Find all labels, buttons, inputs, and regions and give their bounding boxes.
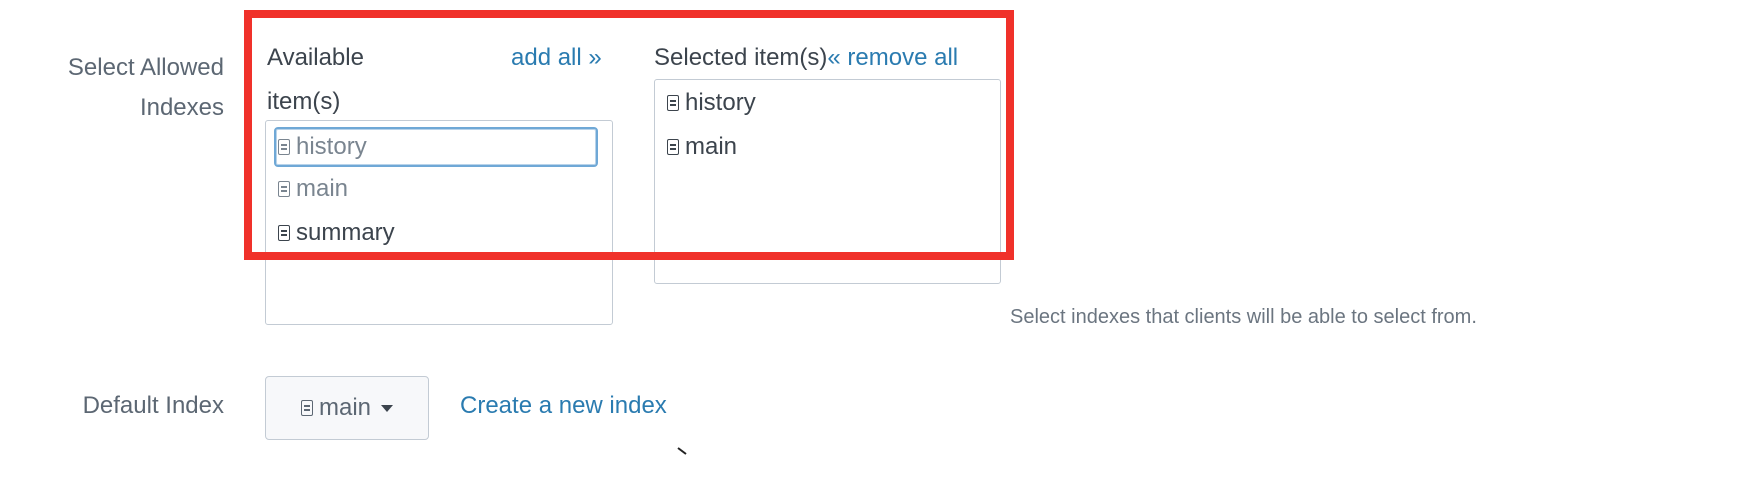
selected-item-label: main	[685, 133, 738, 160]
allowed-indexes-label-line2: Indexes	[139, 94, 224, 121]
allowed-indexes-help-text: Select indexes that clients will be able…	[1010, 306, 1477, 328]
default-index-dropdown[interactable]: main	[265, 376, 429, 440]
allowed-indexes-label: Select Allowed Indexes	[4, 48, 224, 128]
available-header-line2: item(s)	[267, 88, 341, 115]
available-item-label: main	[296, 175, 349, 202]
index-icon	[278, 181, 290, 197]
index-icon	[300, 400, 313, 416]
default-index-value: main	[318, 394, 372, 421]
selected-item-main[interactable]: main	[667, 129, 737, 165]
selected-items-listbox[interactable]: history main	[654, 79, 1001, 284]
allowed-indexes-label-line1: Select Allowed	[67, 54, 224, 81]
selected-items-header: Selected item(s)« remove all	[654, 36, 958, 80]
available-item-history[interactable]: history	[274, 127, 598, 167]
remove-all-link[interactable]: « remove all	[827, 44, 958, 71]
add-all-link[interactable]: add all »	[511, 38, 602, 78]
caret-down-icon	[381, 404, 394, 412]
available-item-label: summary	[296, 219, 395, 246]
available-header-line1: Available	[267, 44, 364, 71]
default-index-label: Default Index	[82, 392, 224, 419]
available-item-summary[interactable]: summary	[278, 215, 395, 251]
selected-header-text: Selected item(s)	[654, 44, 828, 71]
index-icon	[667, 139, 679, 155]
index-icon	[278, 139, 290, 155]
index-icon	[667, 95, 679, 111]
available-items-header: Available item(s)	[267, 36, 487, 124]
create-new-index-link[interactable]: Create a new index	[460, 386, 667, 426]
available-items-listbox[interactable]: history main summary	[265, 120, 613, 325]
selected-item-history[interactable]: history	[667, 85, 756, 121]
mouse-cursor-icon	[677, 447, 687, 455]
index-icon	[278, 225, 290, 241]
available-item-main[interactable]: main	[278, 171, 348, 207]
selected-item-label: history	[685, 89, 756, 116]
available-item-label: history	[296, 133, 367, 160]
